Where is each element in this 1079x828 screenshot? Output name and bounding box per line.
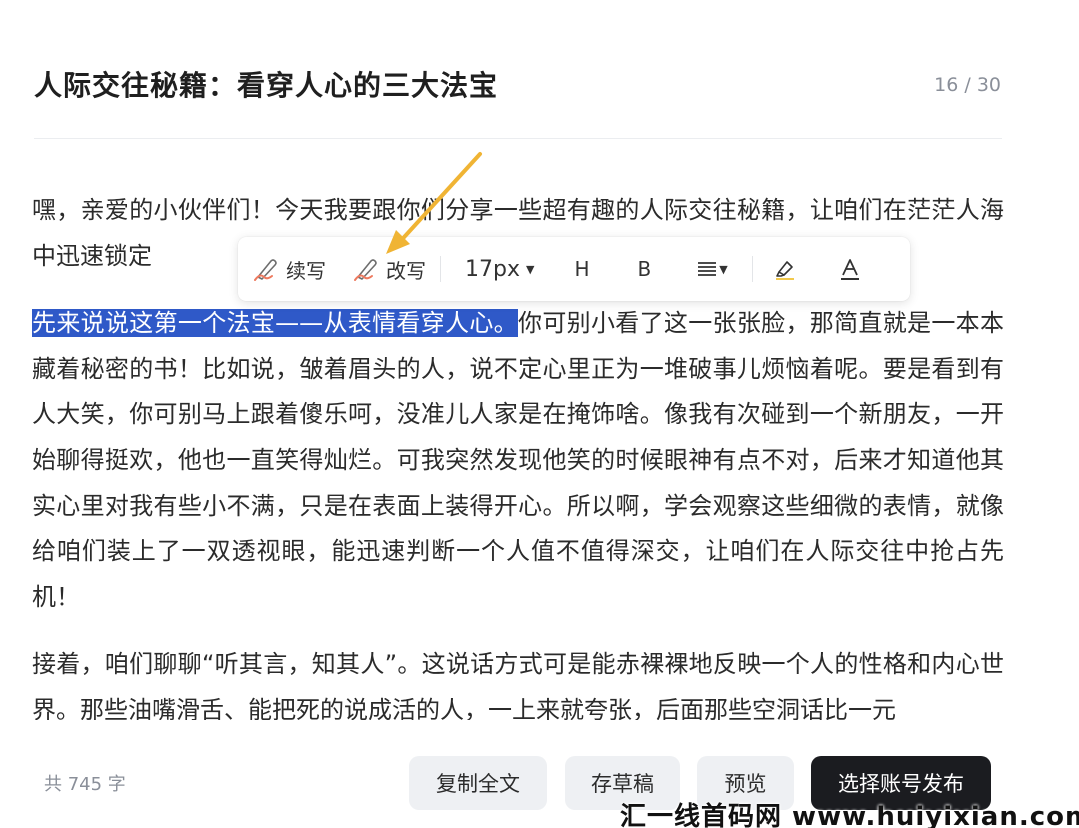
copy-all-label: 复制全文 — [436, 772, 520, 796]
toolbar-divider — [440, 256, 441, 282]
chevron-down-icon: ▼ — [719, 262, 728, 276]
title-char-counter: 16 / 30 — [934, 74, 1001, 96]
font-size-select[interactable]: 17px ▼ — [465, 249, 534, 289]
editor-page: 人际交往秘籍：看穿人心的三大法宝 16 / 30 嘿，亲爱的小伙伴们！今天我要跟… — [0, 0, 1079, 828]
toolbar-divider — [751, 256, 753, 282]
preview-label: 预览 — [724, 772, 767, 796]
continue-writing-button[interactable]: 续写 — [252, 249, 326, 289]
heading-button[interactable]: H — [574, 249, 589, 289]
bold-button[interactable]: B — [638, 249, 652, 289]
chevron-down-icon: ▼ — [525, 262, 535, 276]
paragraph-3[interactable]: 接着，咱们聊聊“听其言，知其人”。这说话方式可是能赤裸裸地反映一个人的性格和内心… — [32, 642, 1004, 720]
selection-toolbar: 续写 改写 17px ▼ H B ▼ — [238, 237, 910, 301]
title-divider — [34, 138, 1002, 139]
continue-writing-label: 续写 — [286, 258, 326, 283]
copy-all-button[interactable]: 复制全文 — [409, 756, 547, 810]
font-color-icon — [839, 257, 861, 281]
align-icon — [697, 260, 717, 278]
highlighter-icon — [773, 257, 797, 281]
rewrite-button[interactable]: 改写 — [352, 249, 426, 289]
font-color-button[interactable] — [839, 249, 861, 289]
rewrite-label: 改写 — [386, 258, 426, 283]
align-button[interactable]: ▼ — [697, 249, 728, 289]
paragraph-2[interactable]: 先来说说这第一个法宝——从表情看穿人心。你可别小看了这一张张脸，那简直就是一本本… — [32, 301, 1004, 620]
pen-icon — [352, 255, 380, 283]
watermark: 汇一线首码网 www.huiyixian.com — [620, 802, 1079, 828]
highlight-button[interactable] — [773, 249, 797, 289]
selected-text[interactable]: 先来说说这第一个法宝——从表情看穿人心。 — [32, 309, 518, 338]
word-count: 共 745 字 — [44, 774, 126, 795]
article-title: 人际交往秘籍：看穿人心的三大法宝 — [34, 69, 499, 102]
paragraph-2-rest[interactable]: 你可别小看了这一张张脸，那简直就是一本本藏着秘密的书！比如说，皱着眉头的人，说不… — [32, 309, 1004, 611]
publish-label: 选择账号发布 — [838, 772, 964, 796]
bold-label: B — [637, 257, 652, 281]
save-draft-label: 存草稿 — [591, 772, 654, 796]
font-size-value: 17px — [465, 256, 520, 282]
heading-label: H — [574, 257, 590, 281]
pen-icon — [252, 255, 280, 283]
